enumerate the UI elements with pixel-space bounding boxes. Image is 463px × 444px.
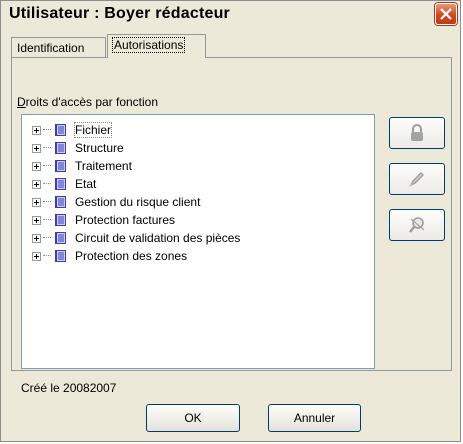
tab-autorisations[interactable]: Autorisations	[107, 34, 206, 58]
tab-identification-label: Identification	[17, 41, 85, 55]
created-date-text: Créé le 20082007	[21, 381, 117, 395]
search-denied-icon	[409, 217, 425, 233]
tree-item-label: Etat	[75, 177, 97, 191]
rights-tree[interactable]: Fichier Structure Traitement Etat Gestio…	[21, 114, 375, 369]
expand-icon[interactable]	[32, 125, 41, 135]
tree-item-traitement[interactable]: Traitement	[32, 157, 132, 175]
book-icon	[55, 142, 66, 154]
expand-icon[interactable]	[32, 179, 41, 189]
book-icon	[55, 124, 66, 136]
lock-icon	[411, 124, 423, 141]
expand-icon[interactable]	[32, 197, 41, 207]
cancel-button[interactable]: Annuler	[268, 404, 361, 432]
tree-item-protection-factures[interactable]: Protection factures	[32, 211, 175, 229]
rights-label-accelerator: D	[17, 95, 26, 109]
book-icon	[55, 250, 66, 262]
expand-icon[interactable]	[32, 215, 41, 225]
lock-rights-button[interactable]	[389, 117, 445, 149]
rights-group-label: Droits d'accès par fonction	[17, 95, 158, 109]
tree-item-fichier[interactable]: Fichier	[32, 121, 113, 139]
book-icon	[55, 160, 66, 172]
tree-item-label: Gestion du risque client	[75, 195, 201, 209]
book-icon	[55, 196, 66, 208]
tree-item-structure[interactable]: Structure	[32, 139, 124, 157]
tree-item-circuit-validation[interactable]: Circuit de validation des pièces	[32, 229, 240, 247]
tab-identification[interactable]: Identification	[11, 37, 106, 57]
tree-item-label: Protection des zones	[75, 249, 188, 263]
tree-item-label: Protection factures	[75, 213, 176, 227]
tree-item-label: Structure	[75, 141, 124, 155]
window-title: Utilisateur : Boyer rédacteur	[9, 5, 230, 22]
tree-item-label: Circuit de validation des pièces	[75, 231, 241, 245]
expand-icon[interactable]	[32, 251, 41, 261]
ok-button[interactable]: OK	[146, 404, 240, 432]
book-icon	[55, 232, 66, 244]
tab-autorisations-label: Autorisations	[111, 37, 186, 53]
book-icon	[55, 214, 66, 226]
close-button[interactable]	[435, 3, 457, 25]
edit-pencil-icon	[409, 172, 424, 187]
tree-item-etat[interactable]: Etat	[32, 175, 96, 193]
tree-item-protection-zones[interactable]: Protection des zones	[32, 247, 187, 265]
expand-icon[interactable]	[32, 143, 41, 153]
book-icon	[55, 178, 66, 190]
tree-item-gestion-risque-client[interactable]: Gestion du risque client	[32, 193, 200, 211]
cancel-button-label: Annuler	[293, 411, 336, 425]
edit-rights-button[interactable]	[389, 163, 445, 195]
dialog-window: Utilisateur : Boyer rédacteur Identifica…	[0, 0, 461, 442]
close-icon	[440, 8, 452, 20]
rights-label-text: roits d'accès par fonction	[25, 95, 159, 109]
deny-rights-button[interactable]	[389, 209, 445, 241]
tree-item-label: Traitement	[75, 159, 132, 173]
expand-icon[interactable]	[32, 161, 41, 171]
expand-icon[interactable]	[32, 233, 41, 243]
tree-item-label: Fichier	[73, 122, 113, 138]
title-bar: Utilisateur : Boyer rédacteur	[1, 1, 460, 27]
ok-button-label: OK	[184, 411, 202, 425]
